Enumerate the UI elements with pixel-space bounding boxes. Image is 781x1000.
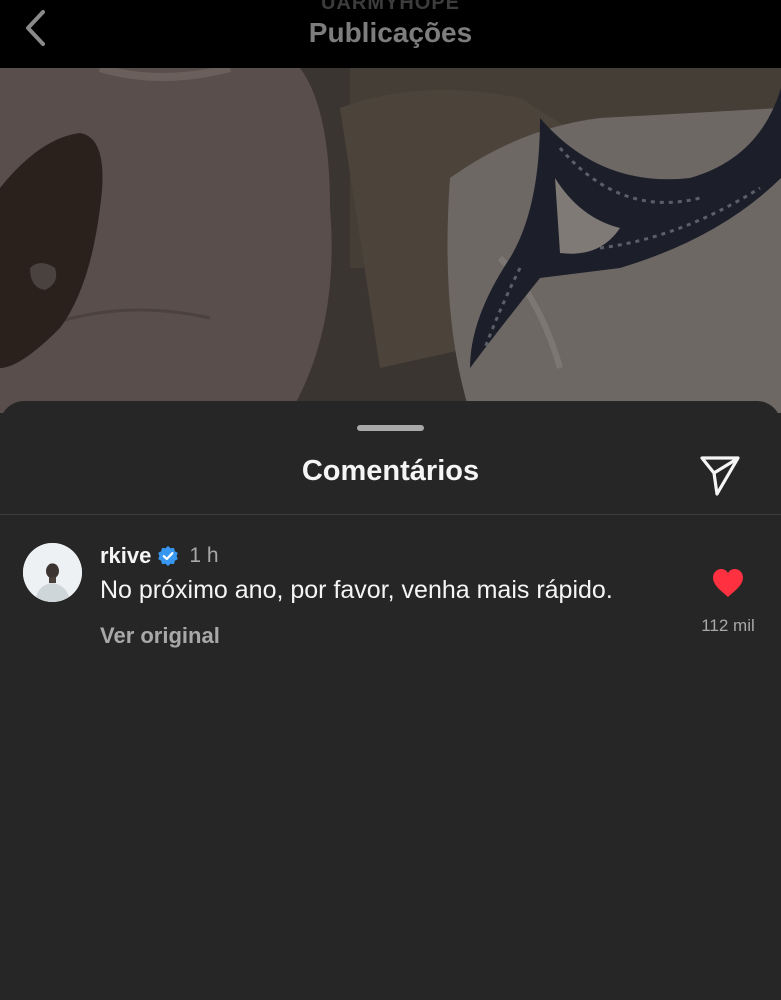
comment-time: 1 h [189,544,219,567]
heart-icon [713,569,743,597]
comment-text: No próximo ano, por favor, venha mais rá… [100,576,613,604]
share-button[interactable] [696,450,744,498]
top-header: UARMYHOPE Publicações [0,0,781,68]
sheet-drag-handle[interactable] [357,425,424,431]
profile-photo [23,543,82,602]
comments-sheet: Comentários rkive 1 h No próximo ano, po… [0,401,781,1000]
page-title: Publicações [308,17,473,48]
avatar[interactable] [23,543,82,602]
send-icon [700,456,740,496]
like-count: 112 mil [701,616,755,635]
see-original-link[interactable]: Ver original [100,623,220,649]
divider [0,514,781,515]
comment-header: rkive 1 h [100,541,219,571]
verified-badge-icon [157,545,179,567]
comment-username[interactable]: rkive [100,543,151,569]
chevron-left-icon [26,10,45,46]
post-image [0,68,781,413]
comments-title: Comentários [301,455,480,487]
header-username: UARMYHOPE [320,0,460,14]
back-button[interactable] [18,6,58,50]
like-button[interactable] [711,567,745,599]
